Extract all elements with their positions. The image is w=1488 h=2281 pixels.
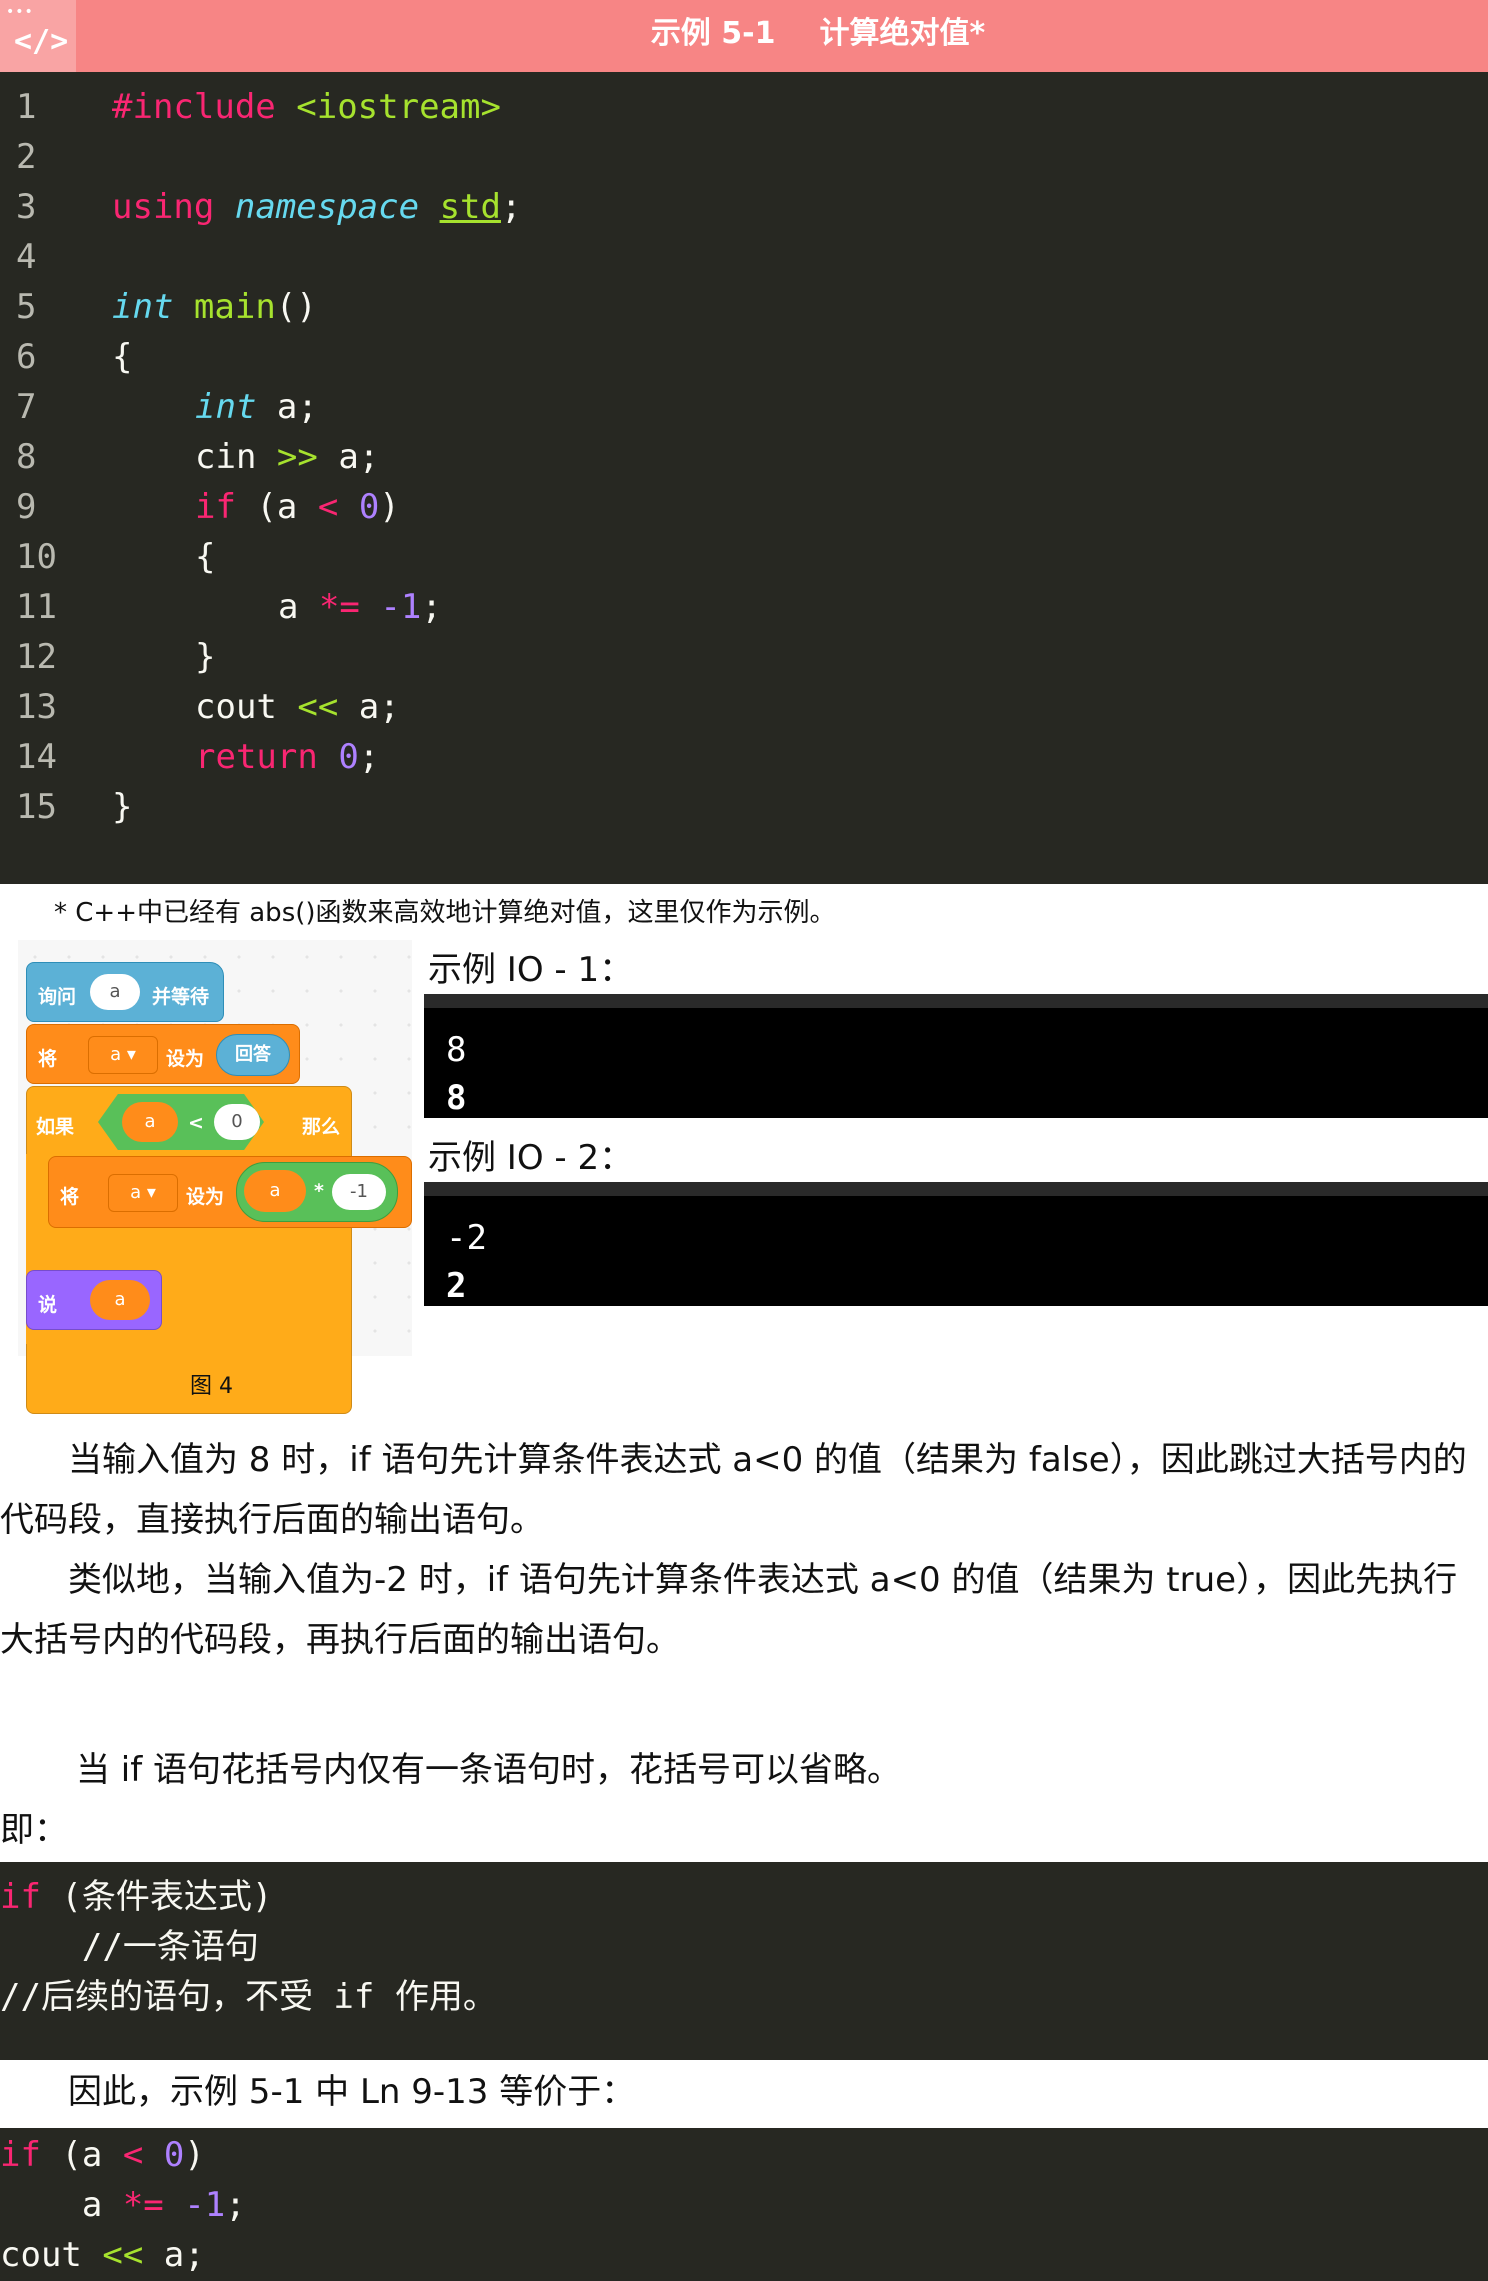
paragraph-1: 当输入值为 8 时，if 语句先计算条件表达式 a<0 的值（结果为 false… <box>0 1440 1467 1540</box>
code-snippet-1: if (条件表达式) //一条语句 //后续的语句，不受 if 作用。 <box>0 1862 1488 2060</box>
ask-label: 询问 <box>38 986 77 1008</box>
compare-left: a <box>122 1102 178 1142</box>
paragraph-3: 当 if 语句花括号内仅有一条语句时，花括号可以省略。 <box>76 1750 902 1790</box>
io1-output: 8 <box>446 1078 467 1118</box>
snippet2-line: if (a < 0) <box>0 2135 205 2175</box>
example-name: 计算绝对值* <box>819 16 986 51</box>
io2-label: 示例 IO - 2： <box>428 1138 634 1178</box>
paragraph-2: 类似地，当输入值为-2 时，if 语句先计算条件表达式 a<0 的值（结果为 t… <box>0 1560 1458 1660</box>
say-label: 说 <box>38 1294 58 1316</box>
snippet2-line: a *= -1; <box>0 2185 246 2225</box>
set2-to-label: 设为 <box>186 1186 225 1208</box>
example-header: ••• </> 示例 5-1 计算绝对值* <box>0 0 1488 72</box>
and-wait-label: 并等待 <box>152 986 210 1008</box>
then-label: 那么 <box>302 1116 341 1138</box>
footnote: * C++中已经有 abs()函数来高效地计算绝对值，这里仅作为示例。 <box>54 898 836 928</box>
set-var-dropdown: a ▾ <box>88 1036 158 1074</box>
answer-reporter: 回答 <box>216 1034 290 1076</box>
set-label: 将 <box>38 1048 58 1070</box>
snippet1-line: //一条语句 <box>0 1927 259 1967</box>
io2-box: -2 2 <box>424 1182 1488 1306</box>
io2-output: 2 <box>446 1266 467 1306</box>
set2-label: 将 <box>60 1186 80 1208</box>
snippet1-line: //后续的语句，不受 if 作用。 <box>0 1977 497 2017</box>
io1-box: 8 8 <box>424 994 1488 1118</box>
paragraph-4: 即： <box>0 1810 68 1850</box>
example-number: 示例 5-1 <box>650 16 776 51</box>
say-var: a <box>90 1280 150 1320</box>
ask-var: a <box>90 974 140 1010</box>
multiply-left: a <box>244 1170 306 1212</box>
if-label: 如果 <box>36 1116 75 1138</box>
io1-input: 8 <box>446 1030 467 1070</box>
io2-input: -2 <box>446 1218 487 1258</box>
multiply-right: -1 <box>332 1174 386 1210</box>
multiply-op: * <box>314 1180 324 1202</box>
compare-op: < <box>188 1112 204 1134</box>
set2-var-dropdown: a ▾ <box>108 1174 178 1212</box>
scratch-blocks-figure: 询问 a 并等待 将 a ▾ 设为 回答 如果 a < 0 那么 将 a ▾ 设… <box>18 940 412 1414</box>
example-title: 示例 5-1 计算绝对值* <box>0 0 1488 72</box>
io1-label: 示例 IO - 1： <box>428 950 634 990</box>
code-block: 1 #include <iostream> 2 3 using namespace … <box>0 72 1488 884</box>
snippet1-line: if (条件表达式) <box>0 1877 273 1917</box>
figure-caption: 图 4 <box>190 1374 233 1399</box>
set-to-label: 设为 <box>166 1048 205 1070</box>
code-snippet-2: if (a < 0) a *= -1; cout << a; <box>0 2128 1488 2281</box>
snippet2-line: cout << a; <box>0 2235 205 2275</box>
paragraph-5: 因此，示例 5-1 中 Ln 9-13 等价于： <box>68 2072 636 2112</box>
compare-right: 0 <box>214 1104 260 1140</box>
